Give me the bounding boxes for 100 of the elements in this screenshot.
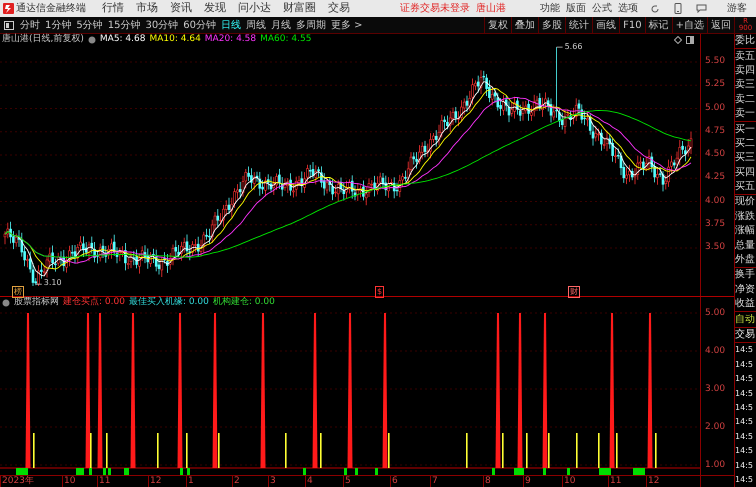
menu-item[interactable]: 选项 [618, 1, 638, 16]
menu-item[interactable]: 公式 [592, 1, 612, 16]
price-tick-label: 4.25 [705, 173, 726, 182]
period-tab[interactable]: 周线 [246, 18, 266, 32]
period-tab[interactable]: 15分钟 [108, 18, 140, 32]
low-price-label: 3.10 [44, 279, 62, 288]
event-marker[interactable]: 财 [568, 286, 580, 298]
indicator-tick-label: 5.00 [705, 309, 726, 318]
diamond-icon[interactable] [674, 36, 682, 44]
event-marker[interactable]: $ [375, 286, 384, 298]
date-tick-label: 1 [186, 476, 194, 487]
quote-label: 买五 [735, 180, 756, 194]
trade-time: 14:5 [735, 358, 754, 371]
toolbar-button[interactable]: 统计 [565, 17, 592, 33]
toolbar-button[interactable]: +自选 [672, 17, 707, 33]
high-price-label: 5.66 [564, 43, 582, 52]
signal-block [303, 468, 306, 475]
trade-time: 14:5 [735, 402, 754, 414]
menu-item[interactable]: 交易 [328, 0, 350, 17]
app-logo-icon [3, 3, 14, 14]
message-icon[interactable] [696, 4, 707, 13]
price-tick-label: 5.00 [705, 104, 726, 112]
panel-toggle-icon[interactable] [4, 20, 14, 30]
date-tick-label: 6 [390, 476, 398, 487]
period-tab[interactable]: 日线 [220, 18, 241, 32]
date-tick-label: 12 [148, 476, 162, 487]
period-tab[interactable]: 5分钟 [76, 18, 103, 32]
period-tab[interactable]: 多周期 [296, 18, 326, 32]
menu-item[interactable]: 版面 [566, 1, 586, 16]
price-tick-label: 4.50 [705, 150, 726, 159]
phone-icon[interactable] [674, 3, 682, 14]
date-tick-label: 4 [305, 476, 313, 487]
trade-time: 14:5 [735, 373, 754, 386]
login-status[interactable]: 证券交易未登录 [400, 1, 470, 16]
toolbar-button[interactable]: 多股 [538, 17, 566, 33]
trade-time: 14:5 [735, 460, 754, 472]
indicator-value: 建仓买点: 0.00 [63, 296, 125, 309]
indicator-value: 机构建仓: 0.00 [212, 296, 275, 309]
trade-time: 14:5 [735, 430, 754, 443]
event-marker[interactable]: 榜 [12, 286, 24, 298]
signal-block [543, 468, 546, 475]
quote-label: 涨跌 [735, 210, 756, 224]
signal-block [599, 468, 611, 475]
price-tick-label: 5.25 [705, 80, 726, 90]
user-label[interactable]: 游客 [727, 1, 747, 16]
signal-block [633, 468, 645, 475]
menu-item[interactable]: 市场 [136, 0, 158, 17]
menu-item[interactable]: 资讯 [170, 0, 192, 17]
toolbar-button[interactable]: 标记 [644, 17, 672, 33]
signal-block [514, 468, 524, 475]
moving-average-label: MA10: 4.64 [149, 33, 201, 46]
quote-label: 总量 [735, 238, 756, 253]
price-tick-label: 5.50 [705, 57, 726, 66]
leader-line [35, 284, 42, 285]
refresh-icon[interactable] [650, 4, 660, 14]
quote-label: 涨幅 [735, 224, 756, 238]
date-tick-label: 12 [646, 476, 660, 487]
menu-item[interactable]: 功能 [540, 1, 560, 16]
more-menu[interactable]: 更多 > [330, 18, 363, 32]
toolbar-button[interactable]: F10 [619, 17, 645, 33]
date-tick-label: 10 [562, 476, 576, 487]
price-tick-label: 3.75 [705, 220, 726, 229]
moving-average-label: MA60: 4.55 [260, 33, 312, 46]
quote-label: 现价 [735, 194, 756, 210]
menu-item[interactable]: 财富圈 [283, 0, 316, 17]
quote-label: 买一 [735, 121, 756, 137]
date-tick-label: 7 [430, 476, 438, 487]
date-tick-label: 8 [483, 476, 491, 487]
menu-item[interactable]: 发现 [204, 0, 226, 17]
quote-label: 自动 [735, 311, 756, 327]
menu-item[interactable]: 问小达 [238, 0, 271, 17]
quote-label: 卖三 [735, 78, 756, 92]
date-tick-label: 2023年 [0, 476, 34, 487]
period-tab[interactable]: 月线 [270, 18, 291, 32]
menu-item[interactable]: 行情 [102, 0, 124, 17]
toolbar-button[interactable]: 画线 [592, 17, 620, 33]
period-tab[interactable]: 1分钟 [45, 18, 72, 32]
period-tab[interactable]: 60分钟 [183, 18, 216, 32]
trade-time: 14:5 [735, 416, 754, 428]
app-title: 通达信金融终端 [16, 2, 86, 16]
toolbar-button[interactable]: 叠加 [511, 17, 538, 33]
signal-block [355, 468, 358, 475]
signal-block [375, 468, 378, 475]
quote-label: 净资 [735, 282, 756, 297]
indicator-tick-label: 4.00 [705, 347, 726, 356]
toolbar-button[interactable]: 返回 [707, 17, 734, 33]
period-tab[interactable]: 分时 [20, 18, 40, 32]
signal-block [567, 468, 570, 475]
moving-average-label: MA5: 4.68 [100, 33, 146, 46]
indicator-tick-label: 3.00 [705, 385, 726, 394]
signal-block [124, 468, 129, 475]
toolbar-button[interactable]: 复权 [484, 17, 512, 33]
period-tab[interactable]: 30分钟 [145, 18, 178, 32]
split-view-icon[interactable] [686, 36, 694, 44]
trade-time: 14:5 [735, 445, 754, 458]
signal-block [344, 468, 347, 475]
quote-label: 卖四 [735, 64, 756, 78]
quote-label: 外盘 [735, 253, 756, 268]
date-tick-label: 5 [343, 476, 351, 487]
quote-label: 收益 [735, 297, 756, 312]
